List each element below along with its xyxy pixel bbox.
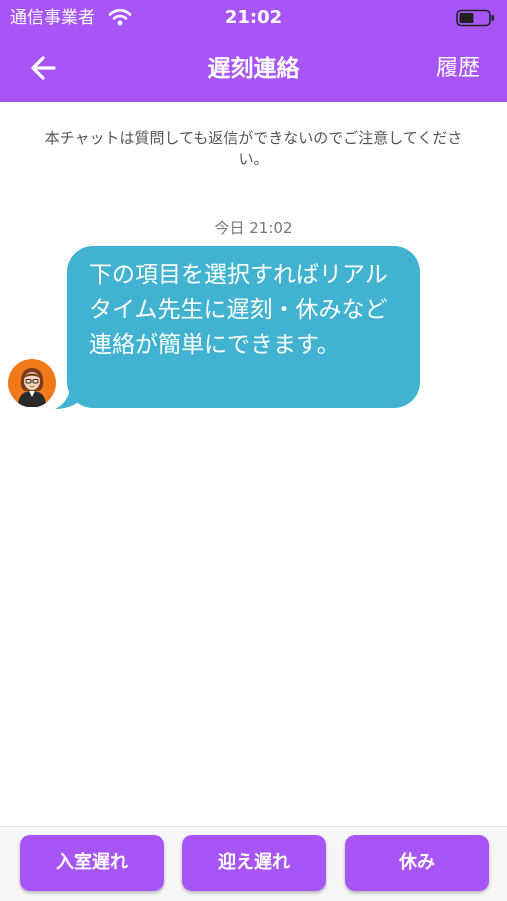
- absence-button[interactable]: 休み: [345, 835, 489, 891]
- chat-message-text: 下の項目を選択すればリアルタイム先生に遅刻・休みなど連絡が簡単にできます。: [89, 262, 388, 358]
- teacher-avatar-icon: [8, 359, 56, 407]
- chat-date-stamp: 今日 21:02: [214, 219, 293, 237]
- page-title: 遅刻連絡: [207, 56, 300, 82]
- navigation-bar: 遅刻連絡 履歴: [0, 36, 507, 102]
- chat-bubble: 下の項目を選択すればリアルタイム先生に遅刻・休みなど連絡が簡単にできます。: [67, 246, 420, 408]
- late-entry-button[interactable]: 入室遅れ: [20, 835, 164, 891]
- late-pickup-button[interactable]: 迎え遅れ: [182, 835, 326, 891]
- chat-notice: 本チャットは質問しても返信ができないのでご注意してください。: [44, 129, 463, 168]
- status-time: 21:02: [224, 7, 283, 28]
- history-button[interactable]: 履歴: [436, 54, 480, 84]
- status-bar: 通信事業者 21:02: [0, 0, 507, 36]
- action-bar: 入室遅れ 迎え遅れ 休み: [0, 826, 507, 901]
- app-header: 通信事業者 21:02 遅刻連絡 履歴: [0, 0, 507, 102]
- battery-icon: [456, 9, 494, 27]
